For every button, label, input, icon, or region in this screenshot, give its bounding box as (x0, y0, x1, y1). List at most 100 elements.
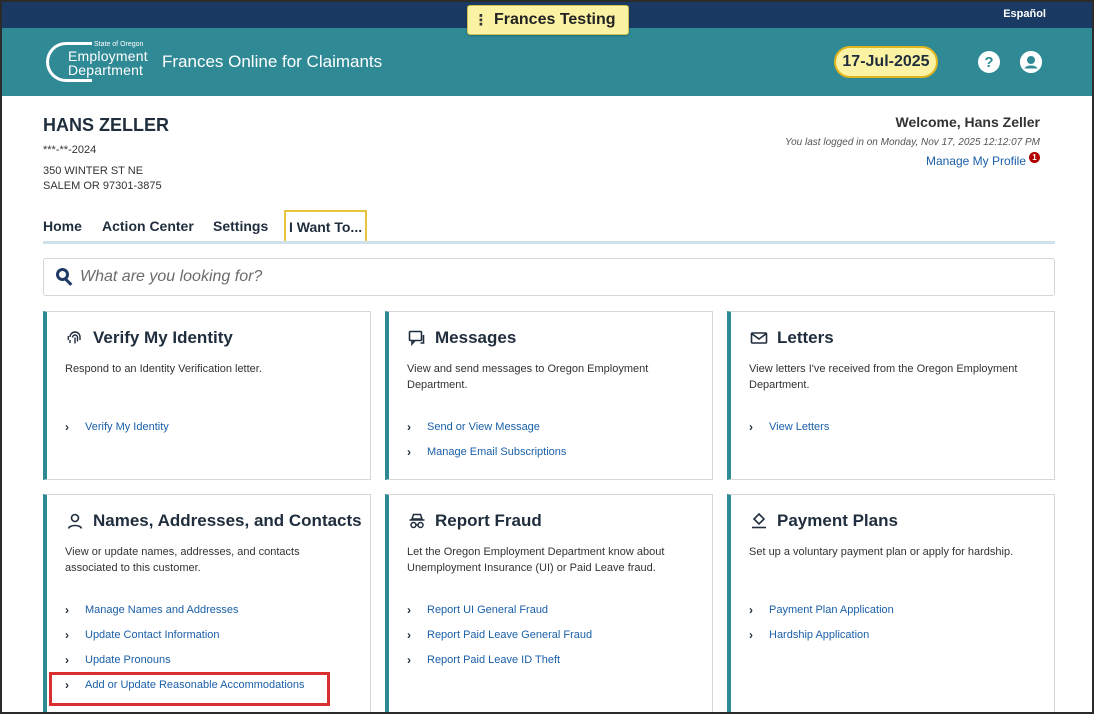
card-report-fraud: Report Fraud Let the Oregon Employment D… (385, 494, 713, 712)
card-link-list: › Send or View Message › Manage Email Subs… (407, 415, 566, 465)
chevron-right-icon: › (65, 603, 69, 617)
card-title-text: Report Fraud (435, 511, 542, 530)
card-title: Messages (407, 328, 516, 348)
link-label[interactable]: Report UI General Fraud (427, 598, 548, 623)
card-link-list: › Payment Plan Application › Hardship Appl… (749, 598, 894, 648)
customer-address-line-1: 350 WINTER ST NE (43, 165, 144, 177)
logo-state-text: State of Oregon (94, 41, 144, 48)
card-title: Letters (749, 328, 834, 348)
chevron-right-icon: › (749, 420, 753, 434)
link-report-paid-leave-id-theft[interactable]: › Report Paid Leave ID Theft (407, 648, 592, 673)
chevron-right-icon: › (65, 420, 69, 434)
manage-profile-link[interactable]: Manage My Profile 1 (926, 151, 1040, 168)
link-label[interactable]: Hardship Application (769, 623, 869, 648)
last-login-text: You last logged in on Monday, Nov 17, 20… (785, 137, 1040, 148)
card-description: View letters I've received from the Oreg… (749, 363, 1018, 391)
card-title-text: Payment Plans (777, 511, 898, 530)
page-frame: Español ⋮ Frances Testing State of Orego… (0, 0, 1094, 714)
link-send-view-message[interactable]: › Send or View Message (407, 415, 566, 440)
link-label[interactable]: Manage Email Subscriptions (427, 440, 566, 465)
customer-ssn: ***-**-2024 (43, 144, 97, 156)
chevron-right-icon: › (65, 653, 69, 667)
agency-logo[interactable]: State of Oregon Employment Department (46, 38, 148, 86)
link-payment-plan-application[interactable]: › Payment Plan Application (749, 598, 894, 623)
link-label[interactable]: Manage Names and Addresses (85, 598, 238, 623)
card-title: Verify My Identity (65, 328, 233, 348)
card-payment-plans: Payment Plans Set up a voluntary payment… (727, 494, 1055, 712)
fingerprint-icon (65, 328, 85, 348)
notification-badge: 1 (1029, 151, 1040, 163)
card-link-list: › View Letters (749, 415, 829, 440)
main-nav: Home Action Center Settings I Want To... (43, 210, 1055, 244)
search-icon (56, 268, 74, 286)
environment-title: Frances Testing (494, 11, 616, 28)
card-description: Set up a voluntary payment plan or apply… (749, 546, 1014, 558)
link-manage-email-subscriptions[interactable]: › Manage Email Subscriptions (407, 440, 566, 465)
search-input[interactable] (80, 268, 980, 286)
environment-banner[interactable]: ⋮ Frances Testing (467, 5, 629, 35)
link-label[interactable]: Verify My Identity (85, 415, 169, 440)
link-verify-my-identity[interactable]: › Verify My Identity (65, 415, 169, 440)
link-hardship-application[interactable]: › Hardship Application (749, 623, 894, 648)
help-icon[interactable]: ? (978, 51, 1000, 73)
card-title-text: Letters (777, 328, 834, 347)
chevron-right-icon: › (749, 603, 753, 617)
link-update-pronouns[interactable]: › Update Pronouns (65, 648, 305, 673)
welcome-message: Welcome, Hans Zeller (895, 114, 1040, 130)
payment-icon (749, 511, 769, 531)
card-messages: Messages View and send messages to Orego… (385, 311, 713, 480)
search-bar[interactable] (43, 258, 1055, 296)
tab-action-center[interactable]: Action Center (102, 210, 194, 241)
link-report-paid-leave-general-fraud[interactable]: › Report Paid Leave General Fraud (407, 623, 592, 648)
customer-address-line-2: SALEM OR 97301-3875 (43, 180, 162, 192)
message-icon (407, 328, 427, 348)
system-date-badge: 17-Jul-2025 (834, 46, 938, 78)
link-report-ui-general-fraud[interactable]: › Report UI General Fraud (407, 598, 592, 623)
card-description: View or update names, addresses, and con… (65, 546, 300, 574)
link-label[interactable]: Send or View Message (427, 415, 540, 440)
chevron-right-icon: › (407, 628, 411, 642)
customer-name: HANS ZELLER (43, 115, 169, 135)
app-header: State of Oregon Employment Department Fr… (2, 28, 1092, 96)
link-label[interactable]: Report Paid Leave General Fraud (427, 623, 592, 648)
tab-settings[interactable]: Settings (213, 210, 268, 241)
link-label[interactable]: Report Paid Leave ID Theft (427, 648, 560, 673)
chevron-right-icon: › (407, 420, 411, 434)
link-label[interactable]: Update Pronouns (85, 648, 171, 673)
tab-home[interactable]: Home (43, 210, 82, 241)
card-description: Let the Oregon Employment Department kno… (407, 546, 665, 574)
card-verify-identity: Verify My Identity Respond to an Identit… (43, 311, 371, 480)
link-label[interactable]: View Letters (769, 415, 829, 440)
chevron-right-icon: › (65, 628, 69, 642)
chevron-right-icon: › (407, 445, 411, 459)
user-icon[interactable] (1020, 51, 1042, 73)
link-label[interactable]: Payment Plan Application (769, 598, 894, 623)
highlight-annotation (49, 672, 330, 706)
card-link-list: › Verify My Identity (65, 415, 169, 440)
chevron-right-icon: › (749, 628, 753, 642)
kebab-menu-icon[interactable]: ⋮ (468, 11, 494, 29)
detective-icon (407, 511, 427, 531)
manage-profile-label[interactable]: Manage My Profile (926, 154, 1026, 168)
card-title-text: Verify My Identity (93, 328, 233, 347)
chevron-right-icon: › (407, 653, 411, 667)
link-label[interactable]: Update Contact Information (85, 623, 220, 648)
card-title-text: Messages (435, 328, 517, 347)
card-title-text: Names, Addresses, and Contacts (93, 511, 362, 530)
card-title: Report Fraud (407, 511, 542, 531)
link-view-letters[interactable]: › View Letters (749, 415, 829, 440)
language-toggle-link[interactable]: Español (1003, 8, 1046, 20)
card-letters: Letters View letters I've received from … (727, 311, 1055, 480)
link-update-contact-information[interactable]: › Update Contact Information (65, 623, 305, 648)
chevron-right-icon: › (407, 603, 411, 617)
card-description: View and send messages to Oregon Employm… (407, 363, 649, 391)
card-description: Respond to an Identity Verification lett… (65, 363, 262, 375)
card-title: Payment Plans (749, 511, 898, 531)
person-icon (65, 511, 85, 531)
app-title: Frances Online for Claimants (162, 52, 383, 71)
card-link-list: › Report UI General Fraud › Report Paid Le… (407, 598, 592, 673)
logo-line-2: Department (68, 62, 144, 78)
tab-i-want-to[interactable]: I Want To... (284, 210, 368, 241)
envelope-icon (749, 328, 769, 348)
link-manage-names-addresses[interactable]: › Manage Names and Addresses (65, 598, 305, 623)
